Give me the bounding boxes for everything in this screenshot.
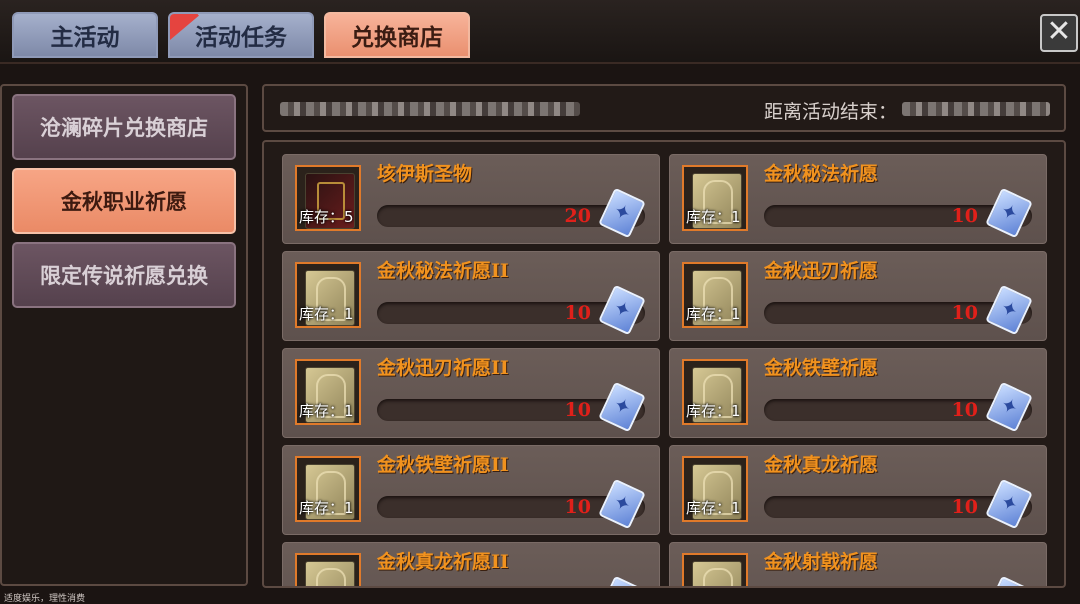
- stock-count: 库存：5: [299, 208, 354, 226]
- item-thumbnail[interactable]: [682, 553, 748, 586]
- stock-count: 库存：1: [686, 402, 741, 420]
- close-icon: ✕: [1046, 14, 1072, 49]
- sidebar-item-label: 金秋职业祈愿: [61, 189, 187, 214]
- item-thumbnail[interactable]: 库存：1: [682, 262, 748, 328]
- activity-info-header: 距离活动结束：: [262, 84, 1066, 132]
- coupon-icon: ✦: [598, 478, 646, 530]
- item-name: 金秋铁壁祈愿II: [377, 454, 509, 476]
- item-name: 金秋真龙祈愿: [764, 454, 879, 476]
- coupon-icon: ✦: [598, 284, 646, 336]
- item-price: 20: [564, 205, 591, 227]
- shop-item-card[interactable]: 库存：1 金秋秘法祈愿II 10 ✦: [282, 251, 660, 341]
- sidebar-item-legend-wish-exchange[interactable]: 限定传说祈愿兑换: [12, 242, 236, 308]
- item-price: 10: [951, 496, 978, 518]
- shop-item-card[interactable]: 库存：5 垓伊斯圣物 20 ✦: [282, 154, 660, 244]
- stock-count: 库存：1: [299, 402, 354, 420]
- shop-item-card[interactable]: 库存：1 金秋铁壁祈愿II 10 ✦: [282, 445, 660, 535]
- coupon-icon: ✦: [985, 478, 1033, 530]
- price-bar[interactable]: 10 ✦: [377, 478, 646, 530]
- tab-label: 活动任务: [195, 24, 287, 51]
- item-thumbnail[interactable]: 库存：1: [682, 456, 748, 522]
- stock-count: 库存：1: [686, 499, 741, 517]
- item-thumbnail[interactable]: 库存：1: [295, 359, 361, 425]
- coupon-icon: ✦: [985, 381, 1033, 433]
- coupon-icon: ✦: [985, 575, 1033, 586]
- shop-item-card[interactable]: 库存：1 金秋真龙祈愿 10 ✦: [669, 445, 1047, 535]
- sidebar-item-autumn-class-wish[interactable]: 金秋职业祈愿: [12, 168, 236, 234]
- item-thumbnail[interactable]: 库存：1: [682, 165, 748, 231]
- price-bar[interactable]: 10 ✦: [764, 478, 1033, 530]
- item-price: 10: [564, 399, 591, 421]
- shop-category-sidebar: 沧澜碎片兑换商店 金秋职业祈愿 限定传说祈愿兑换: [0, 84, 248, 586]
- tab-activity-tasks[interactable]: 活动任务: [168, 12, 314, 58]
- coupon-icon: ✦: [598, 187, 646, 239]
- sidebar-item-label: 限定传说祈愿兑换: [40, 263, 208, 288]
- tab-label: 兑换商店: [351, 24, 443, 51]
- price-bar[interactable]: 10 ✦: [764, 284, 1033, 336]
- stock-count: 库存：1: [299, 499, 354, 517]
- coupon-icon: ✦: [985, 284, 1033, 336]
- item-name: 金秋秘法祈愿II: [377, 260, 509, 282]
- item-price: 10: [951, 399, 978, 421]
- item-name: 金秋射戟祈愿: [764, 551, 879, 573]
- item-name: 金秋铁壁祈愿: [764, 357, 879, 379]
- sidebar-item-label: 沧澜碎片兑换商店: [40, 115, 208, 140]
- stock-count: 库存：1: [686, 208, 741, 226]
- item-name: 金秋迅刃祈愿: [764, 260, 879, 282]
- item-name: 垓伊斯圣物: [377, 163, 473, 185]
- item-thumbnail[interactable]: 库存：1: [295, 456, 361, 522]
- top-tab-bar: 主活动 活动任务 兑换商店 ✕: [0, 0, 1080, 64]
- tab-exchange-shop[interactable]: 兑换商店: [324, 12, 470, 58]
- item-name: 金秋秘法祈愿: [764, 163, 879, 185]
- sidebar-item-fragment-shop[interactable]: 沧澜碎片兑换商店: [12, 94, 236, 160]
- shop-item-grid: 库存：5 垓伊斯圣物 20 ✦ 库存：1 金秋秘法祈愿 10 ✦ 库存：1 金秋秘法祈愿II 10 ✦…: [262, 140, 1066, 588]
- timer-label: 距离活动结束：: [764, 101, 898, 123]
- stock-count: 库存：1: [299, 305, 354, 323]
- price-bar[interactable]: 10 ✦: [764, 187, 1033, 239]
- shop-item-card[interactable]: 库存：1 金秋迅刃祈愿II 10 ✦: [282, 348, 660, 438]
- redacted-timer-value: [902, 102, 1050, 116]
- price-bar[interactable]: 10 ✦: [377, 381, 646, 433]
- item-price: 10: [564, 302, 591, 324]
- tab-main-activity[interactable]: 主活动: [12, 12, 158, 58]
- tab-label: 主活动: [50, 24, 120, 51]
- shop-item-card[interactable]: 库存：1 金秋铁壁祈愿 10 ✦: [669, 348, 1047, 438]
- coupon-icon: ✦: [598, 381, 646, 433]
- close-button[interactable]: ✕: [1040, 14, 1078, 52]
- shop-item-card[interactable]: 库存：1 金秋迅刃祈愿 10 ✦: [669, 251, 1047, 341]
- item-thumbnail[interactable]: [295, 553, 361, 586]
- item-thumbnail[interactable]: 库存：1: [295, 262, 361, 328]
- shop-item-card[interactable]: 金秋真龙祈愿II ✦: [282, 542, 660, 586]
- price-bar[interactable]: 20 ✦: [377, 187, 646, 239]
- item-thumbnail[interactable]: 库存：1: [682, 359, 748, 425]
- coupon-icon: ✦: [985, 187, 1033, 239]
- footer-notice: 适度娱乐，理性消费: [4, 594, 86, 604]
- item-name: 金秋迅刃祈愿II: [377, 357, 509, 379]
- card-icon: [692, 561, 742, 586]
- price-bar[interactable]: 10 ✦: [764, 381, 1033, 433]
- item-price: 10: [564, 496, 591, 518]
- item-price: 10: [951, 205, 978, 227]
- item-name: 金秋真龙祈愿II: [377, 551, 509, 573]
- card-icon: [305, 561, 355, 586]
- stock-count: 库存：1: [686, 305, 741, 323]
- item-price: 10: [951, 302, 978, 324]
- item-thumbnail[interactable]: 库存：5: [295, 165, 361, 231]
- shop-item-card[interactable]: 金秋射戟祈愿 ✦: [669, 542, 1047, 586]
- price-bar[interactable]: 10 ✦: [377, 284, 646, 336]
- shop-item-card[interactable]: 库存：1 金秋秘法祈愿 10 ✦: [669, 154, 1047, 244]
- coupon-icon: ✦: [598, 575, 646, 586]
- redacted-text: [280, 102, 580, 116]
